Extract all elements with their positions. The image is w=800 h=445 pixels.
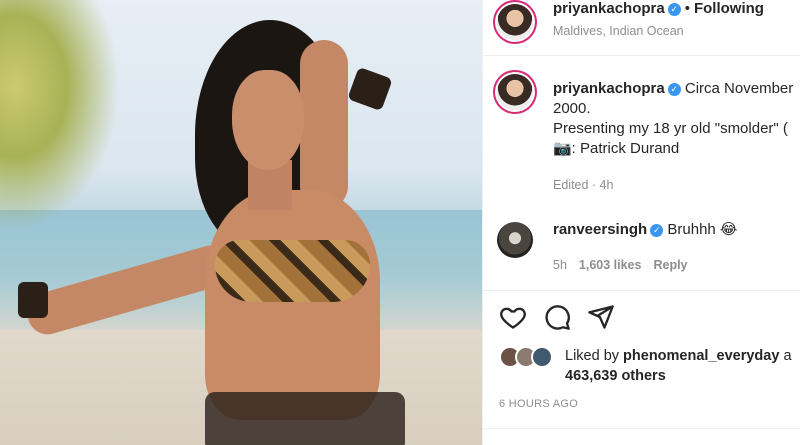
share-icon[interactable] xyxy=(587,303,615,331)
post-photo[interactable] xyxy=(0,0,482,445)
post-timestamp[interactable]: 6 HOURS AGO xyxy=(499,398,578,410)
liked-by-suffix: a xyxy=(783,348,792,364)
caption-meta: Edited · 4h xyxy=(553,178,614,192)
comment-time: 5h xyxy=(553,258,567,272)
liked-by-line: Liked by phenomenal_everyday a xyxy=(565,348,792,364)
following-button[interactable]: Following xyxy=(694,0,764,17)
comment-meta: 5h 1,603 likes Reply xyxy=(553,258,700,272)
photo-bangle-left xyxy=(18,282,48,318)
caption-verified-badge-icon: ✓ xyxy=(667,83,681,96)
header-separator: • xyxy=(684,0,690,17)
post-location[interactable]: Maldives, Indian Ocean xyxy=(553,24,684,38)
reply-button[interactable]: Reply xyxy=(653,258,687,272)
comment-likes[interactable]: 1,603 likes xyxy=(579,258,642,272)
action-bar xyxy=(483,290,800,340)
liker-avatar xyxy=(531,346,553,368)
comment-verified-badge-icon: ✓ xyxy=(650,224,664,237)
liker-avatars[interactable] xyxy=(499,346,559,368)
verified-badge-icon: ✓ xyxy=(667,3,681,16)
heart-icon[interactable] xyxy=(499,303,527,331)
comment-avatar[interactable] xyxy=(497,222,533,258)
photo-face xyxy=(232,70,304,170)
photo-top xyxy=(215,240,370,302)
photo-palm xyxy=(0,0,120,230)
divider xyxy=(483,428,800,429)
likes-section: Liked by phenomenal_everyday a 463,639 o… xyxy=(483,346,800,390)
caption-avatar[interactable] xyxy=(497,74,533,110)
photo-arm-right xyxy=(300,40,348,210)
photo-bangle-right xyxy=(347,66,393,112)
liked-by-others[interactable]: 463,639 others xyxy=(565,368,666,384)
photo-torso xyxy=(205,190,380,420)
header-avatar[interactable] xyxy=(497,4,533,40)
caption-username[interactable]: priyankachopra xyxy=(553,80,665,97)
comment-username[interactable]: ranveersingh xyxy=(553,221,647,238)
caption-text: priyankachopra ✓ Circa November 2000. Pre… xyxy=(553,79,800,159)
header-username[interactable]: priyankachopra xyxy=(553,0,665,17)
comments-section: priyankachopra ✓ Circa November 2000. Pre… xyxy=(483,56,800,296)
post-side-panel: priyankachopra ✓ • Following Maldives, Indi… xyxy=(482,0,800,445)
comment-text: ranveersingh ✓ Bruhhh 😂 xyxy=(553,220,737,238)
comment-body: Bruhhh 😂 xyxy=(667,221,738,238)
comment-icon[interactable] xyxy=(543,303,571,331)
liked-by-prefix: Liked by xyxy=(565,348,620,364)
post-header: priyankachopra ✓ • Following Maldives, Indi… xyxy=(483,0,800,56)
liked-by-user[interactable]: phenomenal_everyday xyxy=(623,348,779,364)
photo-skirt xyxy=(205,392,405,445)
header-title-line: priyankachopra ✓ • Following xyxy=(553,0,764,17)
